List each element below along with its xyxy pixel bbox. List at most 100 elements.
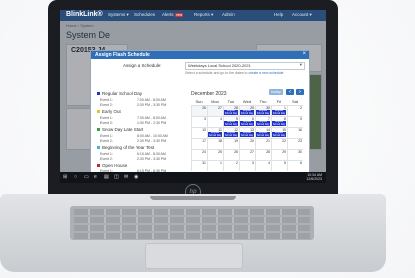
calendar-day-cell[interactable]: 21 [255, 138, 271, 149]
legend-event-row: Event 2: [100, 121, 113, 125]
calendar-day-number: 23 [298, 139, 302, 143]
key-row [74, 209, 310, 215]
legend-event-time: 7:00 AM - 8:00 AM [137, 98, 166, 102]
today-button[interactable]: today [269, 89, 283, 95]
calendar-event[interactable]: Regular School Day [224, 121, 238, 126]
legend-snow-day-late-start[interactable]: Snow Day Late Start [97, 127, 143, 132]
calendar-day-number: 4 [268, 161, 270, 165]
nav-systems[interactable]: Systems ▾ [108, 12, 129, 18]
calendar-day-number: 27 [218, 106, 222, 110]
calendar-day-cell[interactable]: 24 [191, 149, 207, 160]
assign-flash-schedule-modal: Assign Flash Schedule × Assign a Schedul… [90, 50, 310, 174]
legend-color-swatch [97, 128, 100, 132]
calendar-event[interactable]: Regular School Day [224, 110, 238, 115]
calendar-day-cell[interactable]: 17 [191, 138, 207, 149]
next-month-button[interactable]: > [296, 89, 304, 95]
legend-event-time: 2:30 PM - 3:30 PM [137, 139, 167, 143]
calendar-event[interactable]: Regular School Day [240, 110, 254, 115]
laptop-screen: BlinkLink® Systems ▾ Schedules Alerts ne… [60, 10, 326, 183]
calendar-event[interactable]: Regular School Day [272, 121, 286, 126]
brand-logo[interactable]: BlinkLink® [66, 11, 103, 18]
nav-alerts[interactable]: Alerts new [162, 12, 184, 17]
calendar-day-cell[interactable]: 26 [223, 149, 239, 160]
calendar-day-cell[interactable]: 20 [239, 138, 255, 149]
calendar-day-cell[interactable]: 10 [191, 127, 207, 138]
legend-color-swatch [97, 164, 100, 168]
laptop-touchpad [145, 243, 243, 269]
calendar-day-number: 2 [300, 106, 302, 110]
calendar-day-cell[interactable]: 27 [207, 105, 223, 116]
calendar-day-number: 30 [298, 150, 302, 154]
legend-beginning-of-year-test[interactable]: Beginning of the Year Test [97, 145, 154, 150]
legend-regular-school-day[interactable]: Regular School Day [97, 91, 142, 96]
nav-reports[interactable]: Reports ▾ [194, 12, 213, 18]
nav-schedules[interactable]: Schedules [134, 12, 155, 17]
legend-color-swatch [97, 110, 100, 114]
legend-open-house[interactable]: Open House [97, 163, 127, 168]
calendar-event[interactable]: Regular School Day [240, 132, 254, 137]
calendar-event[interactable]: Regular School Day [224, 132, 238, 137]
calendar-event[interactable]: Regular School Day [256, 110, 270, 115]
calendar-event[interactable]: Regular School Day [256, 132, 270, 137]
calendar-day-cell[interactable]: 18 [207, 138, 223, 149]
calendar-day-cell[interactable]: 26 [191, 105, 207, 116]
calendar-day-cell[interactable]: 16 [287, 127, 303, 138]
calendar-day-cell[interactable]: 25 [207, 149, 223, 160]
schedule-select[interactable]: Weekdays Local School 2020-2021 ▾ [185, 62, 305, 70]
nav-admin[interactable]: Admin [222, 12, 235, 17]
calendar-day-cell[interactable]: 19 [223, 138, 239, 149]
calendar-day-cell[interactable]: 31 [191, 160, 207, 171]
calendar-event[interactable]: Regular School Day [272, 110, 286, 115]
legend-early-out[interactable]: Early Out [97, 109, 121, 114]
calendar-day-number: 4 [220, 117, 222, 121]
calendar-day-number: 21 [266, 139, 270, 143]
windows-icon[interactable]: ⊞ [63, 174, 67, 180]
search-icon[interactable]: ○ [74, 174, 77, 180]
store-icon[interactable]: ◫ [114, 174, 119, 180]
prev-month-button[interactable]: < [286, 89, 294, 95]
calendar-day-cell[interactable]: 29 [271, 149, 287, 160]
task-view-icon[interactable]: ▭ [84, 174, 89, 180]
calendar-day-number: 1 [220, 161, 222, 165]
calendar-day-cell[interactable]: 4 [255, 160, 271, 171]
calendar-day-cell[interactable]: 1 [207, 160, 223, 171]
folder-icon[interactable]: ▤ [104, 174, 109, 180]
calendar-event[interactable]: Regular School Day [240, 121, 254, 126]
calendar-day-number: 6 [300, 161, 302, 165]
calendar-day-cell[interactable]: 2 [223, 160, 239, 171]
calendar-day-cell[interactable]: 30 [287, 149, 303, 160]
close-icon[interactable]: × [302, 51, 306, 57]
nav-account[interactable]: Account ▾ [292, 12, 312, 18]
legend-event-time: 6:15 AM - 8:30 AM [137, 152, 166, 156]
calendar-day-cell[interactable]: 4 [207, 116, 223, 127]
mail-icon[interactable]: ✉ [124, 174, 128, 180]
calendar-day-number: 3 [204, 117, 206, 121]
calendar-day-cell[interactable]: 6 [287, 160, 303, 171]
legend-color-swatch [97, 92, 100, 96]
calendar-day-number: 16 [298, 128, 302, 132]
create-schedule-link[interactable]: create a new schedule [248, 71, 283, 75]
calendar-event[interactable]: Regular School Day [272, 132, 286, 137]
calendar-day-number: 2 [236, 161, 238, 165]
edge-icon[interactable]: e [94, 174, 97, 180]
taskbar-clock[interactable]: 10:34 AM 12/6/2023 [306, 173, 322, 181]
calendar-day-number: 5 [284, 161, 286, 165]
calendar-event[interactable]: Regular School Day [256, 121, 270, 126]
calendar-day-cell[interactable]: 9 [287, 116, 303, 127]
nav-help[interactable]: Help [274, 12, 283, 17]
calendar-day-cell[interactable]: 28 [255, 149, 271, 160]
chrome-icon[interactable]: ◉ [134, 174, 138, 180]
key-row [74, 233, 310, 239]
calendar-day-number: 24 [202, 150, 206, 154]
calendar-day-cell[interactable]: 2 [287, 105, 303, 116]
key-row [74, 217, 310, 223]
calendar-day-number: 31 [202, 161, 206, 165]
calendar-day-cell[interactable]: 3 [191, 116, 207, 127]
calendar-dow-header: Sun [195, 99, 203, 104]
calendar-day-cell[interactable]: 27 [239, 149, 255, 160]
calendar-day-cell[interactable]: 3 [239, 160, 255, 171]
calendar-day-cell[interactable]: 22 [271, 138, 287, 149]
calendar-event[interactable]: Regular School Day [208, 132, 222, 137]
calendar-day-cell[interactable]: 5 [271, 160, 287, 171]
calendar-day-cell[interactable]: 23 [287, 138, 303, 149]
